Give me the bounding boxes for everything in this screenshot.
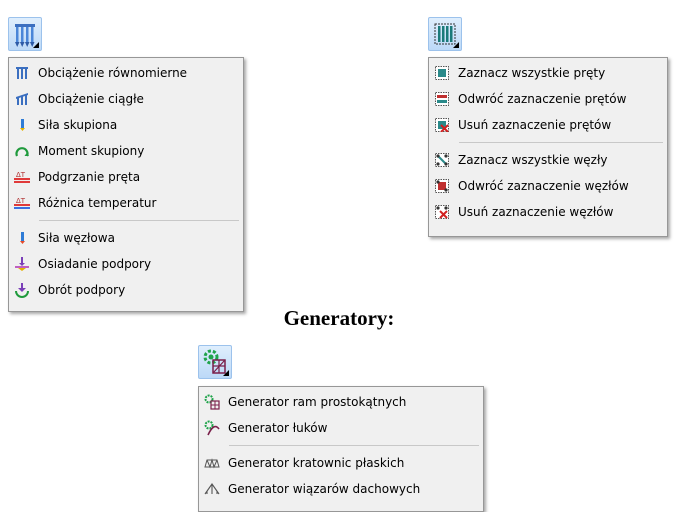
menu-item-label: Generator łuków <box>228 421 328 435</box>
menu-item-continuous-load[interactable]: Obciążenie ciągłe <box>9 86 243 112</box>
menu-item-truss-generator[interactable]: Generator kratownic płaskich <box>199 450 483 476</box>
menu-item-arch-generator[interactable]: Generator łuków <box>199 415 483 441</box>
svg-text:ΔT: ΔT <box>16 197 26 205</box>
menu-item-select-all-nodes[interactable]: Zaznacz wszystkie węzły <box>429 147 667 173</box>
menu-separator <box>39 220 239 221</box>
truss-generator-icon <box>204 455 220 471</box>
menu-item-label: Obrót podpory <box>38 283 126 297</box>
nodal-force-icon <box>14 230 30 246</box>
menu-item-invert-bars-selection[interactable]: Odwróć zaznaczenie prętów <box>429 86 667 112</box>
select-all-bars-icon <box>434 65 450 81</box>
menu-item-label: Usuń zaznaczenie prętów <box>458 118 612 132</box>
menu-item-label: Zaznacz wszystkie węzły <box>458 153 608 167</box>
menu-item-label: Siła skupiona <box>38 118 118 132</box>
menu-item-label: Siła węzłowa <box>38 231 115 245</box>
point-force-icon <box>14 117 30 133</box>
dropdown-arrow-icon <box>223 370 229 376</box>
menu-item-label: Odwróć zaznaczenie prętów <box>458 92 627 106</box>
menu-item-support-rotation[interactable]: Obrót podpory <box>9 277 243 303</box>
bar-heating-icon: ΔT <box>14 169 30 185</box>
invert-bars-selection-icon <box>434 91 450 107</box>
generators-heading: Generatory: <box>283 306 395 330</box>
menu-item-label: Osiadanie podpory <box>38 257 152 271</box>
menu-item-label: Zaznacz wszystkie pręty <box>458 66 606 80</box>
select-all-nodes-icon <box>434 152 450 168</box>
support-rotation-icon <box>14 282 30 298</box>
menu-item-label: Obciążenie równomierne <box>38 66 188 80</box>
menu-item-label: Generator kratownic płaskich <box>228 456 405 470</box>
dropdown-arrow-icon <box>453 42 459 48</box>
roof-truss-generator-icon <box>204 481 220 497</box>
clear-bars-selection-icon <box>434 117 450 133</box>
svg-text:ΔT: ΔT <box>16 171 26 179</box>
menu-item-label: Różnica temperatur <box>38 196 157 210</box>
menu-item-label: Generator wiązarów dachowych <box>228 482 421 496</box>
menu-item-label: Obciążenie ciągłe <box>38 92 144 106</box>
menu-item-label: Odwróć zaznaczenie węzłów <box>458 179 629 193</box>
arch-generator-icon <box>204 420 220 436</box>
menu-item-label: Usuń zaznaczenie węzłów <box>458 205 614 219</box>
menu-item-label: Podgrzanie pręta <box>38 170 141 184</box>
menu-item-bar-heating[interactable]: ΔT Podgrzanie pręta <box>9 164 243 190</box>
menu-item-clear-bars-selection[interactable]: Usuń zaznaczenie prętów <box>429 112 667 138</box>
menu-item-nodal-force[interactable]: Siła węzłowa <box>9 225 243 251</box>
support-settlement-icon <box>14 256 30 272</box>
generators-menu: Generator ram prostokątnych Generator łu… <box>198 386 484 512</box>
menu-item-frame-generator[interactable]: Generator ram prostokątnych <box>199 389 483 415</box>
menu-item-point-moment[interactable]: Moment skupiony <box>9 138 243 164</box>
selection-dropdown-button[interactable] <box>428 17 462 51</box>
menu-item-roof-truss-generator[interactable]: Generator wiązarów dachowych <box>199 476 483 502</box>
menu-item-label: Moment skupiony <box>38 144 145 158</box>
generators-dropdown-button[interactable] <box>198 345 232 379</box>
menu-item-point-force[interactable]: Siła skupiona <box>9 112 243 138</box>
menu-item-uniform-load[interactable]: Obciążenie równomierne <box>9 60 243 86</box>
loads-menu: Obciążenie równomierne Obciążenie ciągłe… <box>8 57 244 312</box>
dropdown-arrow-icon <box>33 42 39 48</box>
menu-item-invert-nodes-selection[interactable]: Odwróć zaznaczenie węzłów <box>429 173 667 199</box>
temperature-difference-icon: ΔT <box>14 195 30 211</box>
menu-item-temperature-difference[interactable]: ΔT Różnica temperatur <box>9 190 243 216</box>
menu-item-label: Generator ram prostokątnych <box>228 395 407 409</box>
continuous-load-icon <box>14 91 30 107</box>
clear-nodes-selection-icon <box>434 204 450 220</box>
invert-nodes-selection-icon <box>434 178 450 194</box>
menu-separator <box>229 445 479 446</box>
selection-menu: Zaznacz wszystkie pręty Odwróć zaznaczen… <box>428 57 668 237</box>
point-moment-icon <box>14 143 30 159</box>
menu-item-support-settlement[interactable]: Osiadanie podpory <box>9 251 243 277</box>
frame-generator-icon <box>204 394 220 410</box>
menu-separator <box>459 142 663 143</box>
menu-item-select-all-bars[interactable]: Zaznacz wszystkie pręty <box>429 60 667 86</box>
menu-item-clear-nodes-selection[interactable]: Usuń zaznaczenie węzłów <box>429 199 667 225</box>
uniform-load-icon <box>14 65 30 81</box>
loads-dropdown-button[interactable] <box>8 17 42 51</box>
